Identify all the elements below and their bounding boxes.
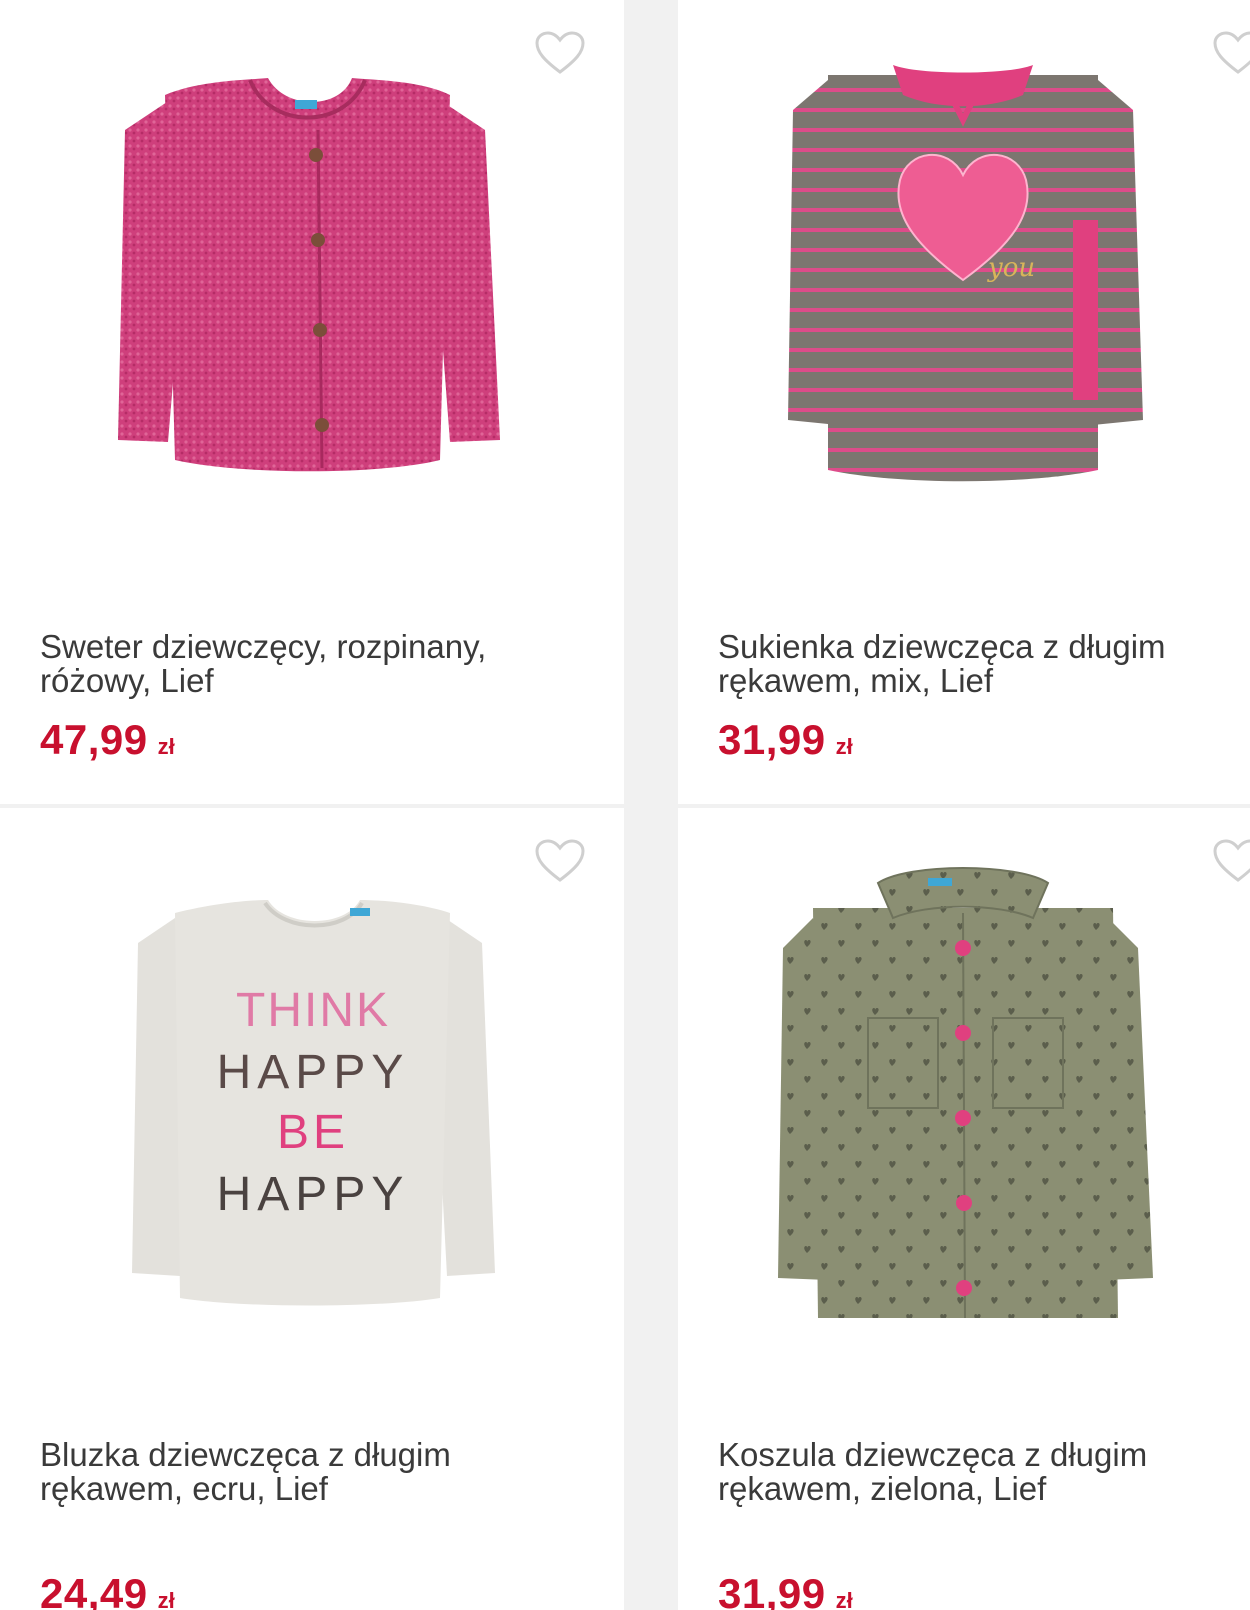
price-amount: 47,99 xyxy=(40,716,148,763)
product-card[interactable]: you Sukienka dziewczęca z długim rękawem… xyxy=(678,0,1250,804)
print-line-1: THINK xyxy=(236,984,390,1037)
product-image-striped-dress[interactable]: you xyxy=(678,40,1250,510)
product-image-pink-cardigan[interactable] xyxy=(0,40,624,510)
product-card[interactable]: THINK HAPPY BE HAPPY Bluzka dziewczęca z… xyxy=(0,808,624,1610)
product-card[interactable]: Sweter dziewczęcy, rozpinany, różowy, Li… xyxy=(0,0,624,804)
product-title[interactable]: Bluzka dziewczęca z długim rękawem, ecru… xyxy=(40,1438,560,1506)
product-price: 31,99 zł xyxy=(718,716,853,764)
product-title[interactable]: Koszula dziewczęca z długim rękawem, zie… xyxy=(718,1438,1238,1506)
product-price: 47,99 zł xyxy=(40,716,175,764)
print-line-4: HAPPY xyxy=(217,1168,410,1221)
price-currency: zł xyxy=(835,1588,853,1610)
product-grid: Sweter dziewczęcy, rozpinany, różowy, Li… xyxy=(0,0,1250,1610)
price-amount: 31,99 xyxy=(718,1570,826,1610)
price-currency: zł xyxy=(157,1588,175,1610)
price-currency: zł xyxy=(157,734,175,759)
print-line-3: BE xyxy=(277,1106,349,1159)
price-amount: 24,49 xyxy=(40,1570,148,1610)
svg-text:you: you xyxy=(987,253,1035,283)
price-amount: 31,99 xyxy=(718,716,826,763)
product-image-green-heart-shirt[interactable] xyxy=(678,848,1250,1318)
product-title[interactable]: Sweter dziewczęcy, rozpinany, różowy, Li… xyxy=(40,630,560,698)
product-title[interactable]: Sukienka dziewczęca z długim rękawem, mi… xyxy=(718,630,1238,698)
print-line-2: HAPPY xyxy=(217,1046,410,1099)
product-card[interactable]: Koszula dziewczęca z długim rękawem, zie… xyxy=(678,808,1250,1610)
product-price: 24,49 zł xyxy=(40,1570,175,1610)
price-currency: zł xyxy=(835,734,853,759)
product-image-think-happy-shirt[interactable]: THINK HAPPY BE HAPPY xyxy=(0,848,624,1318)
product-price: 31,99 zł xyxy=(718,1570,853,1610)
